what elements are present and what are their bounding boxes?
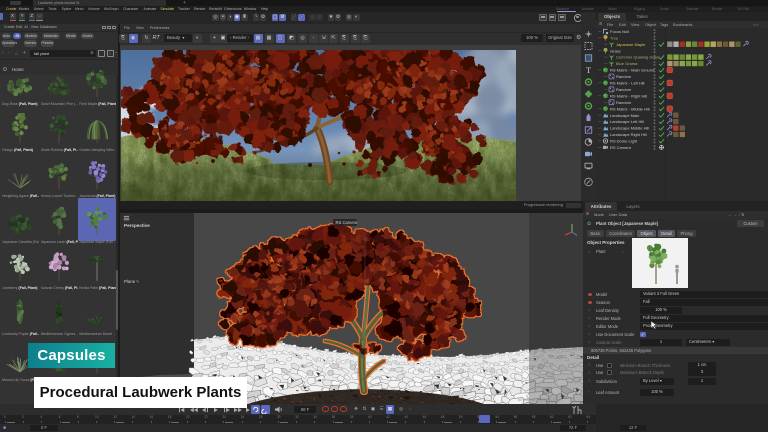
svg-text:✎: ✎ (136, 279, 140, 284)
svg-text:Tree: Tree (610, 35, 619, 40)
svg-text:Landscape Main: Landscape Main (610, 113, 639, 118)
svg-text:Japanese Maple: Japanese Maple (616, 42, 646, 47)
svg-text:Landscape Left Hill: Landscape Left Hill (610, 119, 644, 124)
svg-text:Grass: Grass (610, 48, 621, 53)
svg-text:Common Quaking Grass: Common Quaking Grass (616, 55, 660, 60)
svg-text:Landscape Right Hill: Landscape Right Hill (610, 132, 647, 137)
svg-text:RS Matrix - Right Hill: RS Matrix - Right Hill (610, 93, 647, 98)
svg-text:Landscape Middle Hill: Landscape Middle Hill (610, 126, 649, 131)
svg-text:Plane: Plane (124, 279, 136, 284)
svg-text:Focus Null: Focus Null (610, 29, 629, 34)
svg-text:RS Matrix - Left Hill: RS Matrix - Left Hill (610, 81, 645, 86)
svg-text:60 Objects 1,013,310 Polys: 60 Objects 1,013,310 Polys (518, 398, 562, 402)
svg-text:RS Dome Light: RS Dome Light (610, 139, 638, 144)
svg-text:Perspective: Perspective (124, 223, 150, 228)
svg-text:RS Camera: RS Camera (336, 220, 359, 225)
svg-text:Blue Grama: Blue Grama (616, 61, 638, 66)
svg-text:RS Camera: RS Camera (610, 145, 632, 150)
svg-text:Random: Random (616, 100, 632, 105)
svg-text:RS Matrix - Middle Hill: RS Matrix - Middle Hill (610, 106, 650, 111)
svg-text:T: T (586, 66, 591, 75)
svg-text:Random: Random (616, 74, 632, 79)
svg-text:Random: Random (616, 87, 632, 92)
svg-text:RS Matrix - Main Ground: RS Matrix - Main Ground (610, 68, 654, 73)
